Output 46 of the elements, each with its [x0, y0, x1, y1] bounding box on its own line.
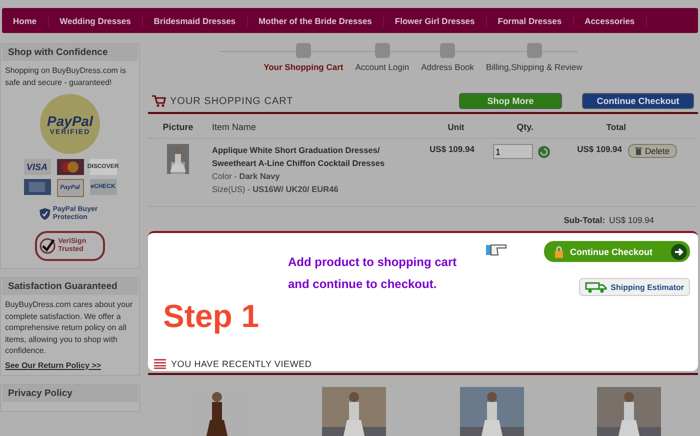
- total-price: US$ 109.94: [576, 144, 622, 154]
- list-icon: [154, 359, 166, 369]
- nav-link[interactable]: Accessories: [574, 16, 647, 26]
- step-heading: Step 1: [163, 298, 260, 334]
- quantity-field[interactable]: 1: [492, 144, 532, 159]
- nav-link[interactable]: Flower Girl Dresses: [384, 16, 487, 26]
- refresh-icon[interactable]: [538, 146, 550, 158]
- nav-link[interactable]: Formal Dresses: [486, 16, 574, 26]
- subtotal-value: US$ 109.94: [609, 215, 654, 225]
- truck-icon: [584, 281, 607, 293]
- column-header: Item Name: [211, 122, 258, 132]
- nav-link[interactable]: Bridesmaid Dresses: [142, 16, 248, 26]
- checkout-step[interactable]: Address Book: [421, 43, 474, 81]
- nav-link[interactable]: Mother of the Bride Dresses: [248, 16, 384, 26]
- cart-title: YOUR SHOPPING CART: [170, 96, 294, 106]
- unit-price: US$ 109.94: [428, 144, 476, 154]
- cart-icon: [152, 95, 166, 107]
- subtotal-label: Sub-Total:: [564, 215, 606, 225]
- checkout-step[interactable]: Billing,Shipping & Review: [486, 43, 582, 81]
- panel-title: Shop with Confidence: [2, 44, 138, 61]
- checkout-step[interactable]: Account Login: [355, 43, 410, 81]
- instruction-text: Add product to shopping cart and continue to checkout.: [288, 254, 458, 293]
- column-header: Picture: [162, 122, 194, 132]
- nav-link[interactable]: Home: [2, 16, 49, 26]
- nav-link[interactable]: Wedding Dresses: [48, 16, 143, 26]
- item-size: Size(US) - US16W/ UK20/ EUR46: [212, 183, 340, 196]
- panel-title: Privacy Policy: [2, 384, 138, 402]
- lock-icon: [554, 246, 564, 258]
- shipping-estimator-button[interactable]: Shipping Estimator: [578, 278, 690, 296]
- continue-checkout-button[interactable]: Continue Checkout: [544, 241, 690, 262]
- recently-viewed-title: YOU HAVE RECENTLY VIEWED: [171, 359, 312, 369]
- column-header: Qty.: [516, 122, 534, 132]
- payment-card-logo: VISA: [24, 159, 50, 175]
- panel-title: Satisfaction Guaranteed: [2, 278, 138, 295]
- shop-more-button[interactable]: Shop More: [459, 93, 562, 109]
- item-color: Color - Dark Navy: [212, 170, 281, 183]
- return-policy-link[interactable]: See Our Return Policy >>: [5, 360, 135, 370]
- column-header: Total: [605, 122, 626, 132]
- column-header: Unit: [446, 122, 466, 132]
- checkout-step[interactable]: Your Shopping Cart: [264, 43, 344, 81]
- panel-text: BuyBuyDress.com cares about your complete satisfaction. We offer a comprehensive return policy on all items, allowing you to shop with confidence.: [5, 299, 134, 356]
- item-name[interactable]: Applique White Short Graduation Dresses/ Sweetheart A-Line Chiffon Cocktail Dresses: [212, 144, 414, 170]
- checkout-button[interactable]: Continue Checkout: [582, 93, 694, 109]
- delete-button[interactable]: Delete: [628, 144, 677, 158]
- panel-text: Shopping on BuyBuyDress.com is safe and secure - guaranteed!: [5, 65, 127, 88]
- trash-icon: [635, 147, 642, 155]
